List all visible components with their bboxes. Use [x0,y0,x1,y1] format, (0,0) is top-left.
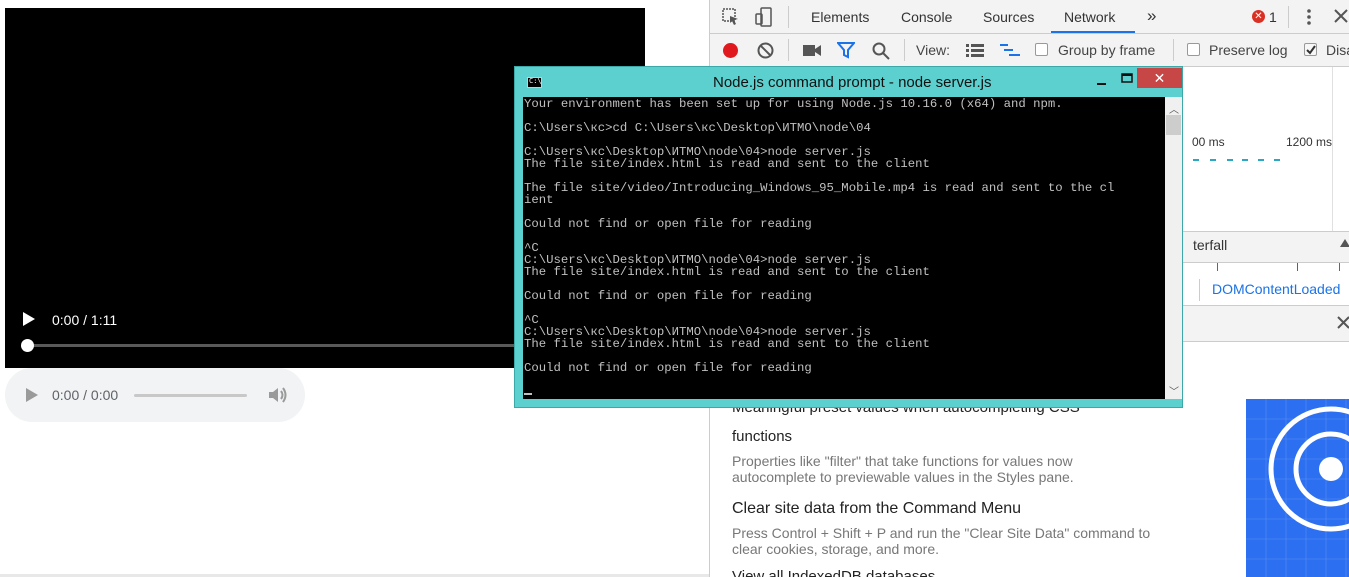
sort-up-icon[interactable] [1340,239,1349,247]
timeline-bar [1242,159,1248,161]
large-rows-icon[interactable] [966,44,984,58]
video-time: 0:00 / 1:11 [52,312,118,328]
timeline-label: 00 ms [1192,135,1225,149]
waterfall-tick [1297,263,1298,271]
separator [1199,279,1200,301]
timeline-bar [1274,159,1280,161]
timeline-bar [1258,159,1264,161]
console-app-icon: C:\ [527,77,542,88]
screenshot-camera-icon[interactable] [803,44,821,57]
console-output-area[interactable]: Your environment has been set up for usi… [523,97,1165,399]
waterfall-label: terfall [1193,237,1228,253]
tab-console[interactable]: Console [901,9,952,25]
volume-icon[interactable] [267,385,289,405]
close-window-button[interactable]: ✕ [1137,68,1182,88]
whats-new-item-title[interactable]: View all IndexedDB databases [732,568,935,577]
preserve-log-label: Preserve log [1209,42,1288,58]
active-tab-indicator [1051,31,1135,33]
separator [788,6,789,28]
timeline-bar [1210,159,1216,161]
scroll-thumb[interactable] [1166,115,1181,135]
overview-waterfall-icon[interactable] [1000,43,1020,58]
preserve-log-checkbox[interactable] [1187,43,1200,56]
clear-icon[interactable] [757,42,774,59]
group-by-frame-checkbox[interactable] [1035,43,1048,56]
console-title: Node.js command prompt - node server.js [713,74,992,91]
minimize-icon[interactable] [1088,73,1114,89]
error-count[interactable]: 1 [1269,9,1277,25]
kebab-menu-icon[interactable] [1302,8,1316,26]
console-cursor [524,393,532,395]
waterfall-tick [1217,263,1218,271]
devtools-tab-bar: Elements Console Sources Network » ✕ 1 [710,0,1349,34]
disable-cache-checkbox[interactable] [1304,43,1317,56]
whats-new-description: Press Control + Shift + P and run the "C… [732,525,1151,557]
dom-content-loaded-label: DOMContentLoaded [1212,281,1341,297]
timeline-bar [1193,159,1199,161]
play-icon[interactable] [26,388,38,402]
scroll-up-icon[interactable]: ︿ [1169,101,1179,116]
separator [904,39,905,61]
console-title-bar[interactable]: C:\ Node.js command prompt - node server… [515,67,1182,97]
tab-sources[interactable]: Sources [983,9,1034,25]
device-toolbar-icon[interactable] [753,6,775,28]
view-label: View: [916,42,950,58]
audio-seek-bar[interactable] [134,394,247,397]
search-icon[interactable] [872,42,890,60]
tab-network[interactable]: Network [1064,9,1115,25]
whats-new-illustration [1246,399,1349,577]
error-icon[interactable]: ✕ [1252,10,1265,23]
close-icon[interactable] [1334,9,1348,23]
whats-new-item-title[interactable]: Clear site data from the Command Menu [732,500,1021,518]
record-icon[interactable] [723,43,738,58]
whats-new-heading-cont: functions [732,428,793,445]
console-window[interactable]: C:\ Node.js command prompt - node server… [514,66,1183,408]
audio-time: 0:00 / 0:00 [52,387,119,403]
inspect-icon[interactable] [721,7,741,27]
group-by-frame-label: Group by frame [1058,42,1156,58]
separator [1173,39,1174,61]
timeline-gridline [1332,67,1333,231]
waterfall-tick [1339,263,1340,271]
play-icon[interactable] [23,312,35,326]
whats-new-description: Properties like "filter" that take funct… [732,453,1074,485]
close-drawer-icon[interactable] [1337,316,1349,329]
network-toolbar: View: Group by frame Preserve log Disa [710,34,1349,67]
timeline-bar [1227,159,1233,161]
checkmark-icon [1306,45,1316,55]
disable-cache-label: Disa [1326,42,1349,58]
tab-elements[interactable]: Elements [811,9,869,25]
audio-player[interactable]: 0:00 / 0:00 [5,368,305,422]
scroll-down-icon[interactable]: ﹀ [1169,383,1179,398]
console-scrollbar[interactable]: ︿ ﹀ [1165,97,1182,399]
filter-icon[interactable] [837,42,855,59]
video-seek-thumb[interactable] [21,339,34,352]
console-output: Your environment has been set up for usi… [524,97,1115,375]
timeline-label: 1200 ms [1286,135,1333,149]
separator [1288,6,1289,28]
separator [788,39,789,61]
more-tabs-button[interactable]: » [1147,6,1156,26]
